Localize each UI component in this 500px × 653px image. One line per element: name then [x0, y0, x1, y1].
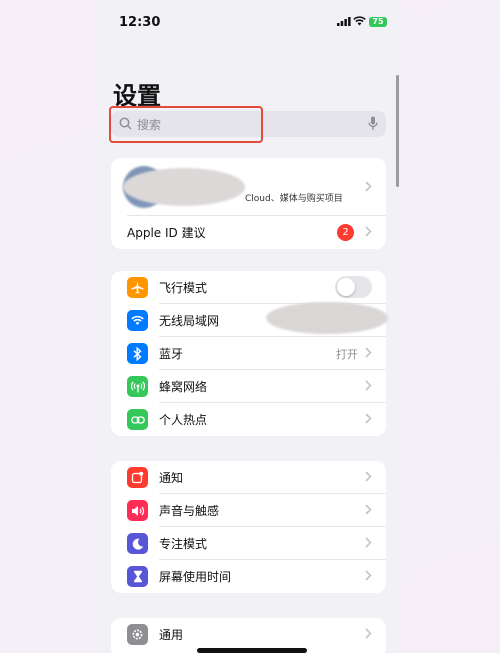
- scrollbar[interactable]: [396, 75, 399, 187]
- speaker-icon: [127, 500, 148, 521]
- settings-row-cellular[interactable]: 蜂窝网络: [111, 370, 386, 403]
- toggle-knob: [337, 278, 355, 296]
- chevron-right-icon: [365, 628, 372, 639]
- search-highlight-box: [109, 106, 263, 143]
- status-bar: 12:30 75: [97, 0, 402, 44]
- wifi-status-icon: [353, 16, 366, 26]
- microphone-icon[interactable]: [368, 116, 378, 131]
- redacted-name: [123, 168, 245, 206]
- notifications-group: 通知 声音与触感 专注模式 屏幕使用时间: [111, 461, 386, 593]
- apple-id-suggestions-row[interactable]: Apple ID 建议 2: [111, 216, 386, 249]
- settings-row-notifications[interactable]: 通知: [111, 461, 386, 494]
- chevron-right-icon: [365, 226, 372, 237]
- hotspot-icon: [127, 409, 148, 430]
- cellular-label: 蜂窝网络: [159, 380, 208, 394]
- airplane-mode-toggle[interactable]: [335, 276, 372, 298]
- settings-row-wifi[interactable]: 无线局域网: [111, 302, 388, 337]
- sounds-label: 声音与触感: [159, 504, 220, 518]
- general-label: 通用: [159, 628, 184, 642]
- apple-id-suggestions-label: Apple ID 建议: [127, 226, 206, 240]
- airplane-mode-label: 飞行模式: [159, 281, 208, 295]
- moon-icon: [127, 533, 148, 554]
- apple-id-row[interactable]: Cloud、媒体与购买项目: [111, 158, 386, 216]
- settings-row-screen-time[interactable]: 屏幕使用时间: [111, 560, 386, 593]
- hotspot-label: 个人热点: [159, 413, 208, 427]
- wifi-label: 无线局域网: [159, 314, 220, 328]
- airplane-icon: [127, 277, 148, 298]
- chevron-right-icon: [365, 181, 372, 192]
- connectivity-group: 飞行模式 无线局域网 蓝牙 打开 蜂窝网络 个人热点: [111, 271, 388, 436]
- chevron-right-icon: [365, 537, 372, 548]
- bell-icon: [127, 467, 148, 488]
- focus-label: 专注模式: [159, 537, 208, 551]
- bluetooth-status: 打开: [336, 348, 358, 361]
- bluetooth-label: 蓝牙: [159, 347, 184, 361]
- bluetooth-icon: [127, 343, 148, 364]
- chevron-right-icon: [365, 380, 372, 391]
- apple-id-subtitle: Cloud、媒体与购买项目: [245, 194, 343, 204]
- settings-screen: 12:30 75 设置 搜索 Cloud、媒体与购买项目 Apple ID 建议…: [97, 0, 402, 653]
- settings-row-general[interactable]: 通用: [111, 618, 386, 651]
- notification-badge: 2: [337, 224, 354, 241]
- settings-row-hotspot[interactable]: 个人热点: [111, 403, 386, 436]
- notifications-label: 通知: [159, 471, 184, 485]
- chevron-right-icon: [365, 504, 372, 515]
- signal-icon: [337, 17, 351, 26]
- cellular-icon: [127, 376, 148, 397]
- settings-row-bluetooth[interactable]: 蓝牙 打开: [111, 337, 386, 370]
- screen-time-label: 屏幕使用时间: [159, 570, 232, 584]
- settings-row-airplane-mode[interactable]: 飞行模式: [111, 271, 386, 304]
- chevron-right-icon: [365, 413, 372, 424]
- status-time: 12:30: [119, 15, 161, 30]
- chevron-right-icon: [365, 347, 372, 358]
- settings-row-focus[interactable]: 专注模式: [111, 527, 386, 560]
- redacted-network-name: [266, 302, 388, 334]
- chevron-right-icon: [365, 471, 372, 482]
- settings-row-sounds[interactable]: 声音与触感: [111, 494, 386, 527]
- hourglass-icon: [127, 566, 148, 587]
- home-indicator[interactable]: [197, 648, 307, 653]
- account-group: Cloud、媒体与购买项目 Apple ID 建议 2: [111, 158, 386, 249]
- wifi-icon: [127, 310, 148, 331]
- chevron-right-icon: [365, 570, 372, 581]
- battery-icon: 75: [369, 17, 387, 27]
- gear-icon: [127, 624, 148, 645]
